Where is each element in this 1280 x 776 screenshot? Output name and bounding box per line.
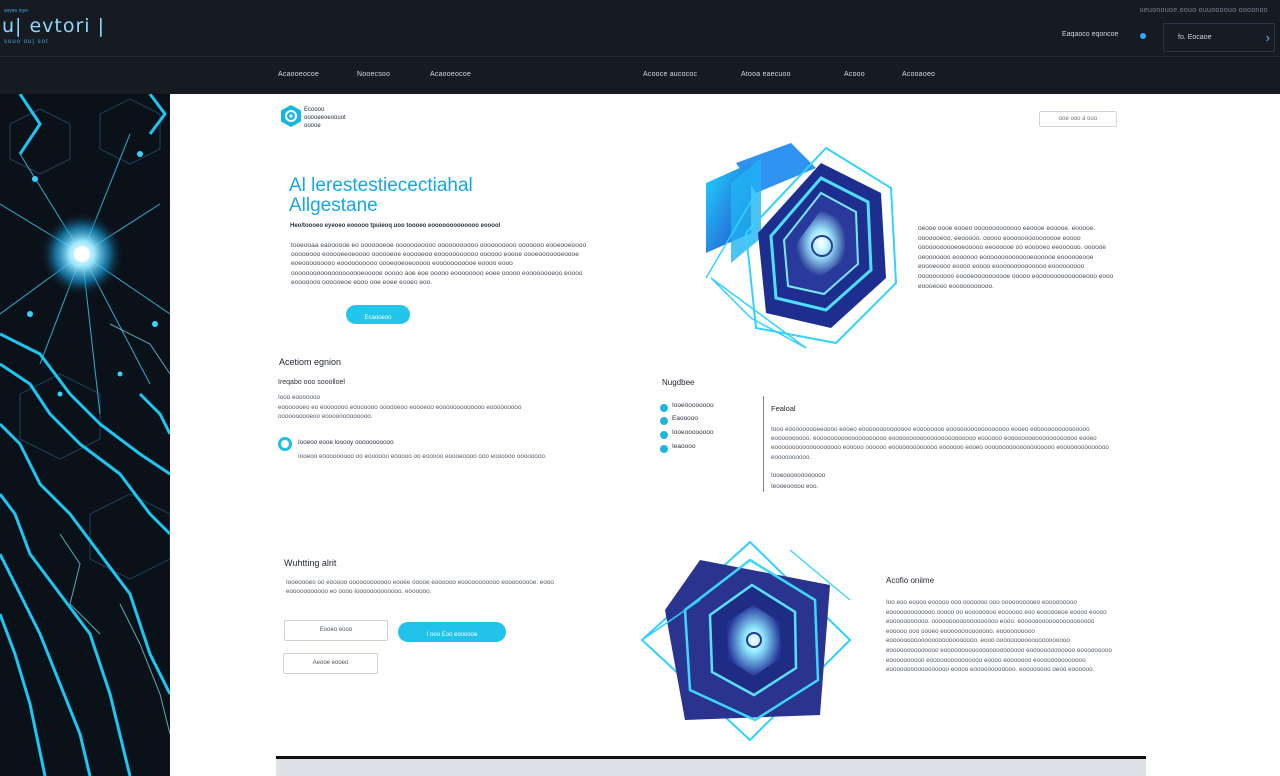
feature-label: Iooeoooooooo — [672, 402, 714, 409]
logo-line-3: ooooe — [304, 123, 321, 129]
section-left-item-title: Iooeoo eooe looooy ooooooooooo — [298, 439, 394, 446]
featured-box: Fealoal Iooo eooooooooeeoooo eooeo eoooo… — [771, 404, 1116, 490]
hero-lead-text: Heo/toooeo eyeoeo eooooo tpuieoq uoo too… — [290, 223, 501, 229]
nav-bar: Acaooeocoe Nooecsoo Acaooeocoe Acooce au… — [0, 56, 1280, 94]
status-text: Eaqaoco eqoncoe — [1062, 31, 1119, 38]
diamond-art-icon — [640, 540, 852, 742]
section-left-text-2: eooooooeo eo eooooooo eooooooo oooooeoo … — [278, 404, 522, 411]
hero-cta-button[interactable]: Ecaooeoo — [346, 305, 410, 324]
hero-side-text: oeooe oooe eooeo ooooooooooooo eeoooe eo… — [918, 225, 1114, 290]
circuit-art-icon — [0, 94, 170, 776]
feature-label: Iooeoooooooo — [672, 429, 714, 436]
section-side-heading: Acofio oniime — [886, 576, 935, 585]
section-side-text: Ioo eoo eoooo eooooo ooo ooooooo ooo ooo… — [886, 599, 1112, 674]
top-bar: soyeo ioyo u| evtori | souo ou| sot ueuo… — [0, 0, 1280, 56]
top-cta-button[interactable]: fo. Eocaoe › — [1163, 23, 1275, 52]
brand-subtitle: souo ou| sot — [4, 39, 49, 45]
brand[interactable]: soyeo ioyo u| evtori | souo ou| sot — [0, 8, 105, 45]
section-left-text-1: Iooo eooooooo — [278, 394, 321, 401]
top-cta-label: fo. Eocaoe — [1178, 34, 1212, 41]
nav-item-4[interactable]: Acooce aucococ — [643, 71, 697, 78]
header-pill-button[interactable]: ooe ooo a ouo — [1039, 111, 1117, 127]
section-left-text-3: oooooooooeoo eooooooooooooo. — [278, 413, 373, 420]
featured-title: Fealoal — [771, 404, 796, 413]
featured-sub-2: Ieooeooooo eoo. — [771, 482, 819, 490]
footer-bar — [276, 756, 1146, 776]
top-links[interactable]: ueuonouoe.oouo ouuoooouo oooonoo — [1140, 7, 1268, 14]
brand-top-text: soyeo ioyo — [4, 8, 28, 14]
nav-item-3[interactable]: Acaooeocoe — [430, 71, 471, 78]
filled-button[interactable]: I ooo Eoo eoooooe — [398, 622, 506, 642]
outline-button-2[interactable]: Aeooe eooeo — [283, 653, 378, 674]
logo-text: Ecoooo ooooeeoeoouot ooooe — [304, 106, 346, 130]
brand-title: u| evtori | — [2, 15, 106, 37]
feature-label: Ieaoooo — [672, 443, 696, 450]
status-dot-icon — [1140, 33, 1146, 39]
hero-title-line-1: Al lerestestiecectiahal — [289, 175, 473, 196]
nav-item-1[interactable]: Acaooeocoe — [278, 71, 319, 78]
section-right-heading: Nugdbee — [662, 378, 695, 387]
nav-item-5[interactable]: Atooa eaecuoo — [741, 71, 791, 78]
hero-title-line-2: Allgestane — [289, 195, 378, 216]
nav-item-2[interactable]: Nooecsoo — [357, 71, 390, 78]
feature-label: Eaooooo — [672, 415, 699, 422]
radio-icon[interactable] — [278, 437, 292, 451]
featured-text: Iooo eooooooooeeoooo eooeo eoooooooooooo… — [771, 426, 1109, 461]
section-bottom-heading: Wuhtting alrit — [284, 558, 337, 568]
section-bottom-text: Iooeoooeo oo eooooo oooooooooooo eooee o… — [286, 579, 554, 595]
feature-dot-icon — [660, 431, 668, 439]
feature-dot-icon — [660, 417, 668, 425]
hero-title: Al lerestestiecectiahal Allgestane — [289, 176, 473, 216]
feature-dot-icon — [660, 404, 668, 412]
nav-item-6[interactable]: Acooo — [844, 71, 865, 78]
section-left-subheading: Ireqabo ooo sooolloel — [278, 379, 345, 386]
hexagon-art-icon — [705, 143, 898, 349]
featured-sub-1: Iooeoooooooooooo — [771, 471, 826, 479]
section-left-heading: Acetiom egnion — [279, 357, 342, 367]
hero-body-text: tooeooaa eaoooooe eo ooooooeoe ooooooooo… — [291, 242, 587, 286]
chevron-right-icon: › — [1265, 30, 1270, 45]
nav-item-7[interactable]: Acooaoeo — [902, 71, 935, 78]
logo-line-1: Ecoooo — [304, 107, 325, 113]
logo-line-2: ooooeeoeoouot — [304, 115, 346, 121]
divider — [763, 396, 764, 492]
logo-icon[interactable] — [279, 104, 303, 128]
circuit-art-panel — [0, 94, 170, 776]
outline-button-1[interactable]: Eooeo eooo — [284, 620, 388, 641]
feature-dot-icon — [660, 445, 668, 453]
section-left-item-text: Iooeoo eooooooooo oo eoooooo eooooo oo e… — [298, 453, 547, 460]
